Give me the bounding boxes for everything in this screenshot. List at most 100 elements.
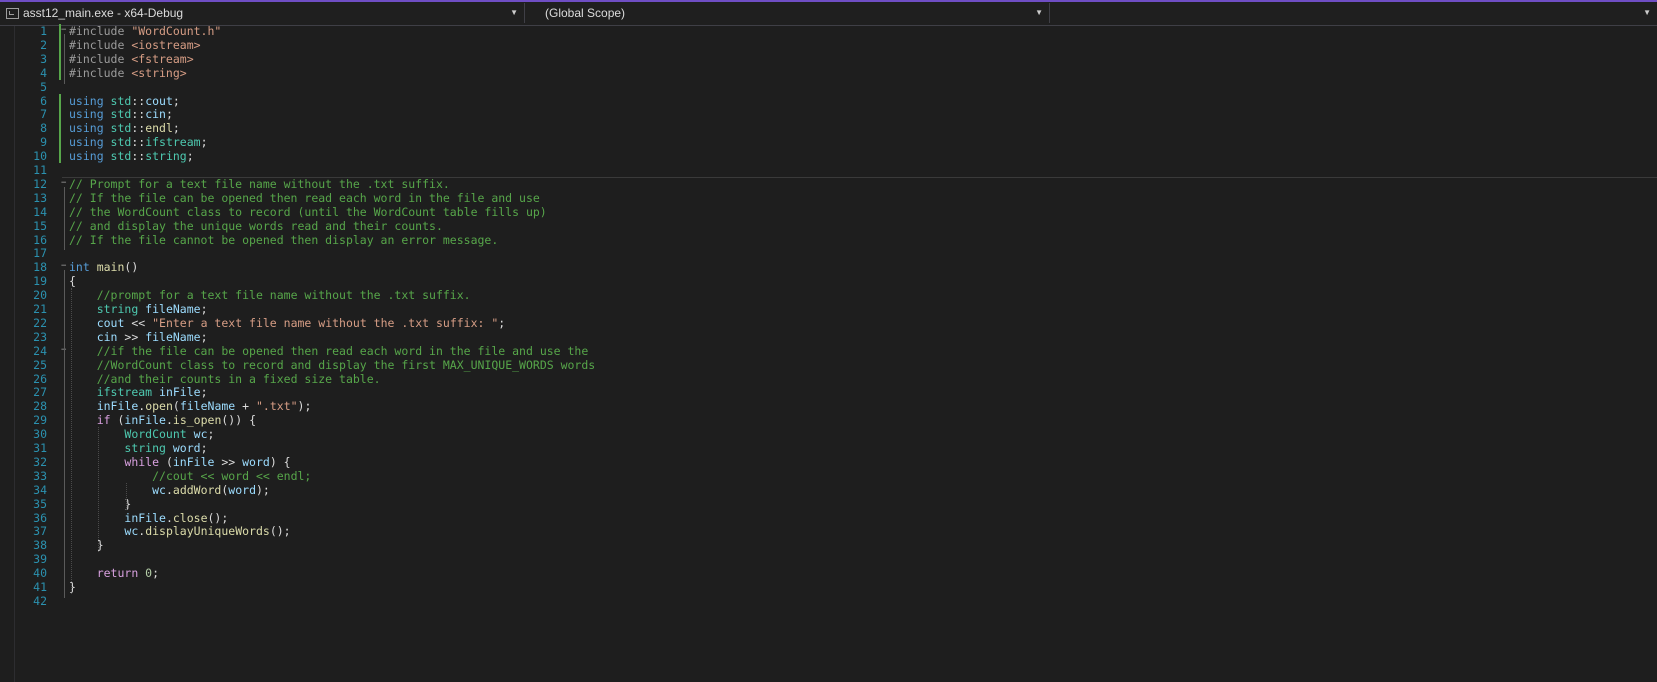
code-line[interactable]: 39 — [0, 552, 1657, 566]
code-text: string fileName; — [69, 302, 208, 316]
code-token: inFile — [124, 510, 166, 525]
code-token: >> — [214, 454, 243, 469]
code-line[interactable]: 32 while (inFile >> word) { — [0, 455, 1657, 469]
code-line[interactable]: 42 — [0, 594, 1657, 608]
code-line[interactable]: 15 // and display the unique words read a… — [0, 219, 1657, 233]
code-token: #include — [69, 24, 132, 38]
code-line[interactable]: 20 //prompt for a text file name without… — [0, 288, 1657, 302]
code-line[interactable]: 2 #include <iostream> — [0, 38, 1657, 52]
code-line[interactable]: 22 cout << "Enter a text file name witho… — [0, 316, 1657, 330]
code-line[interactable]: 4 #include <string> — [0, 66, 1657, 80]
collapse-icon[interactable]: − — [61, 177, 69, 191]
code-text: return 0; — [69, 566, 159, 580]
line-number: 28 — [33, 399, 47, 414]
line-number: 42 — [33, 593, 47, 608]
code-line[interactable]: 23 cin >> fileName; — [0, 330, 1657, 344]
code-token: fileName — [145, 302, 201, 316]
code-token: //WordCount class to record and display … — [96, 357, 596, 372]
code-token: //and their counts in a fixed size table… — [96, 371, 381, 386]
code-line[interactable]: 18− int main() — [0, 260, 1657, 274]
code-line[interactable]: 3 #include <fstream> — [0, 52, 1657, 66]
project-dropdown[interactable]: asst12_main.exe - x64-Debug ▼ — [0, 3, 525, 23]
code-token: #include — [69, 37, 132, 52]
line-number: 32 — [33, 454, 47, 469]
code-line[interactable]: 24− //if the file can be opened then rea… — [0, 344, 1657, 358]
scope-label: (Global Scope) — [545, 6, 626, 20]
collapse-icon[interactable]: − — [61, 260, 69, 274]
code-token: std — [110, 121, 132, 136]
code-line[interactable]: 26 //and their counts in a fixed size ta… — [0, 372, 1657, 386]
code-token: ifstream — [96, 385, 160, 400]
code-line[interactable]: 33 //cout << word << endl; — [0, 469, 1657, 483]
code-text: // the WordCount class to record (until … — [69, 205, 547, 219]
code-line[interactable]: 13 // If the file can be opened then read… — [0, 191, 1657, 205]
line-number: 34 — [33, 482, 47, 497]
collapse-icon[interactable]: − — [61, 344, 69, 358]
code-line[interactable]: 25 //WordCount class to record and displ… — [0, 358, 1657, 372]
member-dropdown[interactable]: ▼ — [1050, 3, 1657, 23]
code-line[interactable]: 28 inFile.open(fileName + ".txt"); — [0, 399, 1657, 413]
code-token: main — [96, 260, 125, 275]
line-number: 37 — [33, 524, 47, 539]
code-line[interactable]: 7 using std::cin; — [0, 107, 1657, 121]
code-line[interactable]: 29 if (inFile.is_open()) { — [0, 413, 1657, 427]
code-text: using std::cin; — [69, 107, 173, 121]
code-token: <string> — [131, 65, 187, 80]
code-line[interactable]: 38 } — [0, 538, 1657, 552]
code-line[interactable]: 19 { — [0, 274, 1657, 288]
code-line[interactable]: 17 — [0, 246, 1657, 260]
code-line[interactable]: 14 // the WordCount class to record (unti… — [0, 205, 1657, 219]
code-line[interactable]: 41} — [0, 580, 1657, 594]
code-line[interactable]: 16 // If the file cannot be opened then d… — [0, 233, 1657, 247]
code-token: cout — [145, 93, 173, 108]
code-token: std — [110, 149, 132, 164]
code-line[interactable]: 5 — [0, 80, 1657, 94]
code-token: wc — [124, 524, 139, 539]
code-text: if (inFile.is_open()) { — [69, 413, 256, 427]
code-line[interactable]: 9 using std::ifstream; — [0, 135, 1657, 149]
code-line[interactable]: 11 — [0, 163, 1657, 177]
code-line[interactable]: 1− #include "WordCount.h" — [0, 24, 1657, 38]
code-token: int — [69, 260, 97, 275]
code-text: using std::endl; — [69, 121, 180, 135]
code-line[interactable]: 36 inFile.close(); — [0, 511, 1657, 525]
code-line[interactable]: 30 WordCount wc; — [0, 427, 1657, 441]
collapse-icon[interactable]: − — [61, 24, 69, 38]
code-line[interactable]: 21 string fileName; — [0, 302, 1657, 316]
line-number: 21 — [33, 302, 47, 316]
code-line[interactable]: 27 ifstream inFile; — [0, 385, 1657, 399]
code-line[interactable]: 6 using std::cout; — [0, 94, 1657, 108]
code-line[interactable]: 34 wc.addWord(word); — [0, 483, 1657, 497]
code-line[interactable]: 31 string word; — [0, 441, 1657, 455]
code-line[interactable]: 37 wc.displayUniqueWords(); — [0, 524, 1657, 538]
code-line[interactable]: 40 return 0; — [0, 566, 1657, 580]
code-token: word — [172, 441, 201, 455]
code-line[interactable]: 12−// Prompt for a text file name withou… — [0, 177, 1657, 191]
code-token: () — [124, 260, 139, 275]
code-token: word — [228, 482, 256, 497]
code-line[interactable]: 10 using std::string; — [0, 149, 1657, 163]
code-text: // If the file cannot be opened then dis… — [69, 233, 498, 247]
code-editor[interactable]: 1− #include "WordCount.h" 2 #include <iostr… — [0, 24, 1657, 682]
code-token: << — [131, 315, 153, 330]
scope-dropdown[interactable]: (Global Scope) ▼ — [525, 3, 1050, 23]
code-text: //cout << word << endl; — [69, 469, 311, 483]
code-text: // If the file can be opened then read e… — [69, 191, 540, 205]
code-line[interactable]: 8 using std::endl; — [0, 121, 1657, 135]
line-number: 35 — [33, 496, 47, 511]
chevron-down-icon: ▼ — [1035, 8, 1043, 17]
code-text: inFile.close(); — [69, 511, 228, 525]
code-token: // and display the unique words read and… — [69, 218, 443, 233]
code-text: ifstream inFile; — [69, 385, 208, 399]
code-line[interactable]: 35 } — [0, 497, 1657, 511]
code-token: . — [165, 413, 173, 428]
code-token: //prompt for a text file name without th… — [96, 288, 471, 303]
code-text: #include <iostream> — [69, 38, 201, 52]
code-token: WordCount — [124, 427, 194, 442]
code-text: #include <fstream> — [69, 52, 194, 66]
